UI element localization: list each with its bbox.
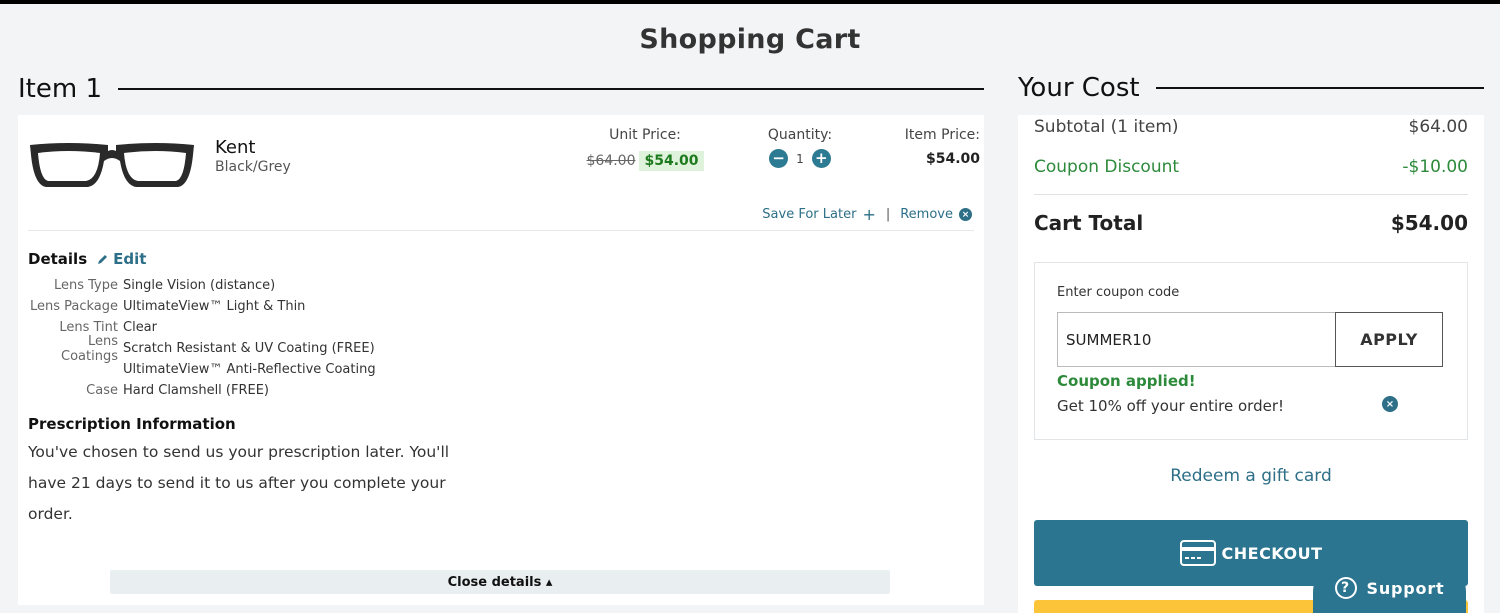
unit-price-label: Unit Price: — [609, 127, 681, 143]
cost-panel: Subtotal (1 item) $64.00 Coupon Discount… — [1018, 115, 1484, 613]
action-separator: | — [885, 207, 891, 222]
remove-coupon-icon[interactable]: × — [1382, 396, 1398, 412]
details-table: Lens Type Single Vision (distance) Lens … — [28, 275, 376, 401]
cost-section-header: Your Cost — [1018, 73, 1484, 103]
support-button[interactable]: ? Support — [1313, 563, 1466, 613]
quantity-stepper: − 1 + — [760, 149, 840, 168]
discount-row: Coupon Discount -$10.00 — [1034, 157, 1468, 177]
edit-details-button[interactable]: Edit — [97, 250, 146, 268]
detail-value: UltimateView™ Anti-Reflective Coating — [123, 362, 376, 377]
item-heading-rule — [118, 88, 984, 90]
item-price-column: Item Price: $54.00 — [880, 127, 980, 167]
subtotal-row: Subtotal (1 item) $64.00 — [1034, 117, 1468, 137]
quantity-column: Quantity: − 1 + — [760, 127, 840, 168]
prescription-heading: Prescription Information — [28, 415, 236, 433]
detail-value: Single Vision (distance) — [123, 278, 276, 293]
coupon-input[interactable] — [1057, 312, 1336, 367]
unit-price-row: $64.00 $54.00 — [580, 151, 710, 171]
detail-key: Lens Type — [53, 278, 118, 293]
detail-key: Case — [86, 383, 118, 398]
total-value: $54.00 — [1390, 211, 1468, 235]
cost-heading: Your Cost — [1018, 73, 1140, 103]
decrease-quantity-button[interactable]: − — [769, 149, 789, 168]
quantity-value: 1 — [796, 151, 804, 166]
original-price: $64.00 — [586, 153, 636, 169]
apply-coupon-button[interactable]: APPLY — [1335, 312, 1443, 367]
detail-value: Scratch Resistant & UV Coating (FREE) — [123, 341, 375, 356]
detail-key: Lens Coatings — [61, 333, 118, 364]
item-price-value: $54.00 — [925, 151, 980, 167]
item-heading: Item 1 — [18, 74, 102, 104]
help-icon: ? — [1334, 577, 1357, 599]
detail-row: Lens Coatings Scratch Resistant & UV Coa… — [28, 334, 376, 364]
credit-card-icon — [1179, 540, 1216, 566]
remove-link[interactable]: Remove — [900, 207, 953, 222]
support-label: Support — [1366, 578, 1445, 598]
remove-icon[interactable]: × — [959, 208, 972, 221]
redeem-gift-card-link[interactable]: Redeem a gift card — [1018, 466, 1484, 486]
product-color: Black/Grey — [215, 159, 291, 175]
unit-price-column: Unit Price: $64.00 $54.00 — [580, 127, 710, 171]
detail-key: Lens Package — [29, 299, 118, 314]
increase-quantity-button[interactable]: + — [811, 149, 831, 168]
cost-heading-rule — [1155, 87, 1484, 89]
coupon-box: Enter coupon code APPLY Coupon applied! … — [1034, 262, 1468, 440]
detail-value: UltimateView™ Light & Thin — [123, 299, 306, 314]
sale-price: $54.00 — [639, 151, 704, 171]
product-name[interactable]: Kent — [215, 137, 255, 158]
detail-value: Clear — [123, 320, 157, 335]
detail-row: Lens Type Single Vision (distance) — [28, 275, 376, 296]
discount-label: Coupon Discount — [1034, 157, 1180, 177]
save-for-later-link[interactable]: Save For Later — [762, 207, 856, 222]
item-price-label: Item Price: — [904, 127, 980, 143]
coupon-status: Coupon applied! — [1057, 372, 1196, 390]
plus-icon[interactable]: + — [862, 205, 875, 224]
cost-divider — [1034, 194, 1468, 195]
subtotal-label: Subtotal (1 item) — [1034, 117, 1179, 137]
item-actions: Save For Later + | Remove × — [762, 205, 972, 224]
details-header: Details Edit — [28, 250, 146, 268]
quantity-label: Quantity: — [767, 127, 833, 143]
total-label: Cart Total — [1034, 211, 1144, 235]
pencil-icon — [98, 255, 108, 264]
close-details-button[interactable]: Close details ▴ — [110, 570, 890, 594]
page-title: Shopping Cart — [639, 24, 861, 55]
detail-value: Hard Clamshell (FREE) — [123, 383, 270, 398]
detail-row: Case Hard Clamshell (FREE) — [28, 380, 376, 401]
details-heading: Details — [28, 250, 88, 268]
subtotal-value: $64.00 — [1408, 117, 1468, 137]
cart-item-card: Kent Black/Grey Unit Price: $64.00 $54.0… — [18, 115, 984, 605]
card-divider — [28, 230, 974, 231]
eyeglasses-image — [30, 143, 194, 187]
coupon-description: Get 10% off your entire order! — [1057, 397, 1285, 415]
coupon-label: Enter coupon code — [1057, 285, 1180, 300]
detail-row: Lens Package UltimateView™ Light & Thin — [28, 296, 376, 317]
discount-value: -$10.00 — [1402, 157, 1468, 177]
prescription-text: You've chosen to send us your prescripti… — [28, 443, 450, 523]
total-row: Cart Total $54.00 — [1034, 211, 1468, 235]
checkout-label: CHECKOUT — [1221, 543, 1323, 563]
edit-label: Edit — [113, 250, 147, 268]
item-section-header: Item 1 — [18, 74, 984, 104]
